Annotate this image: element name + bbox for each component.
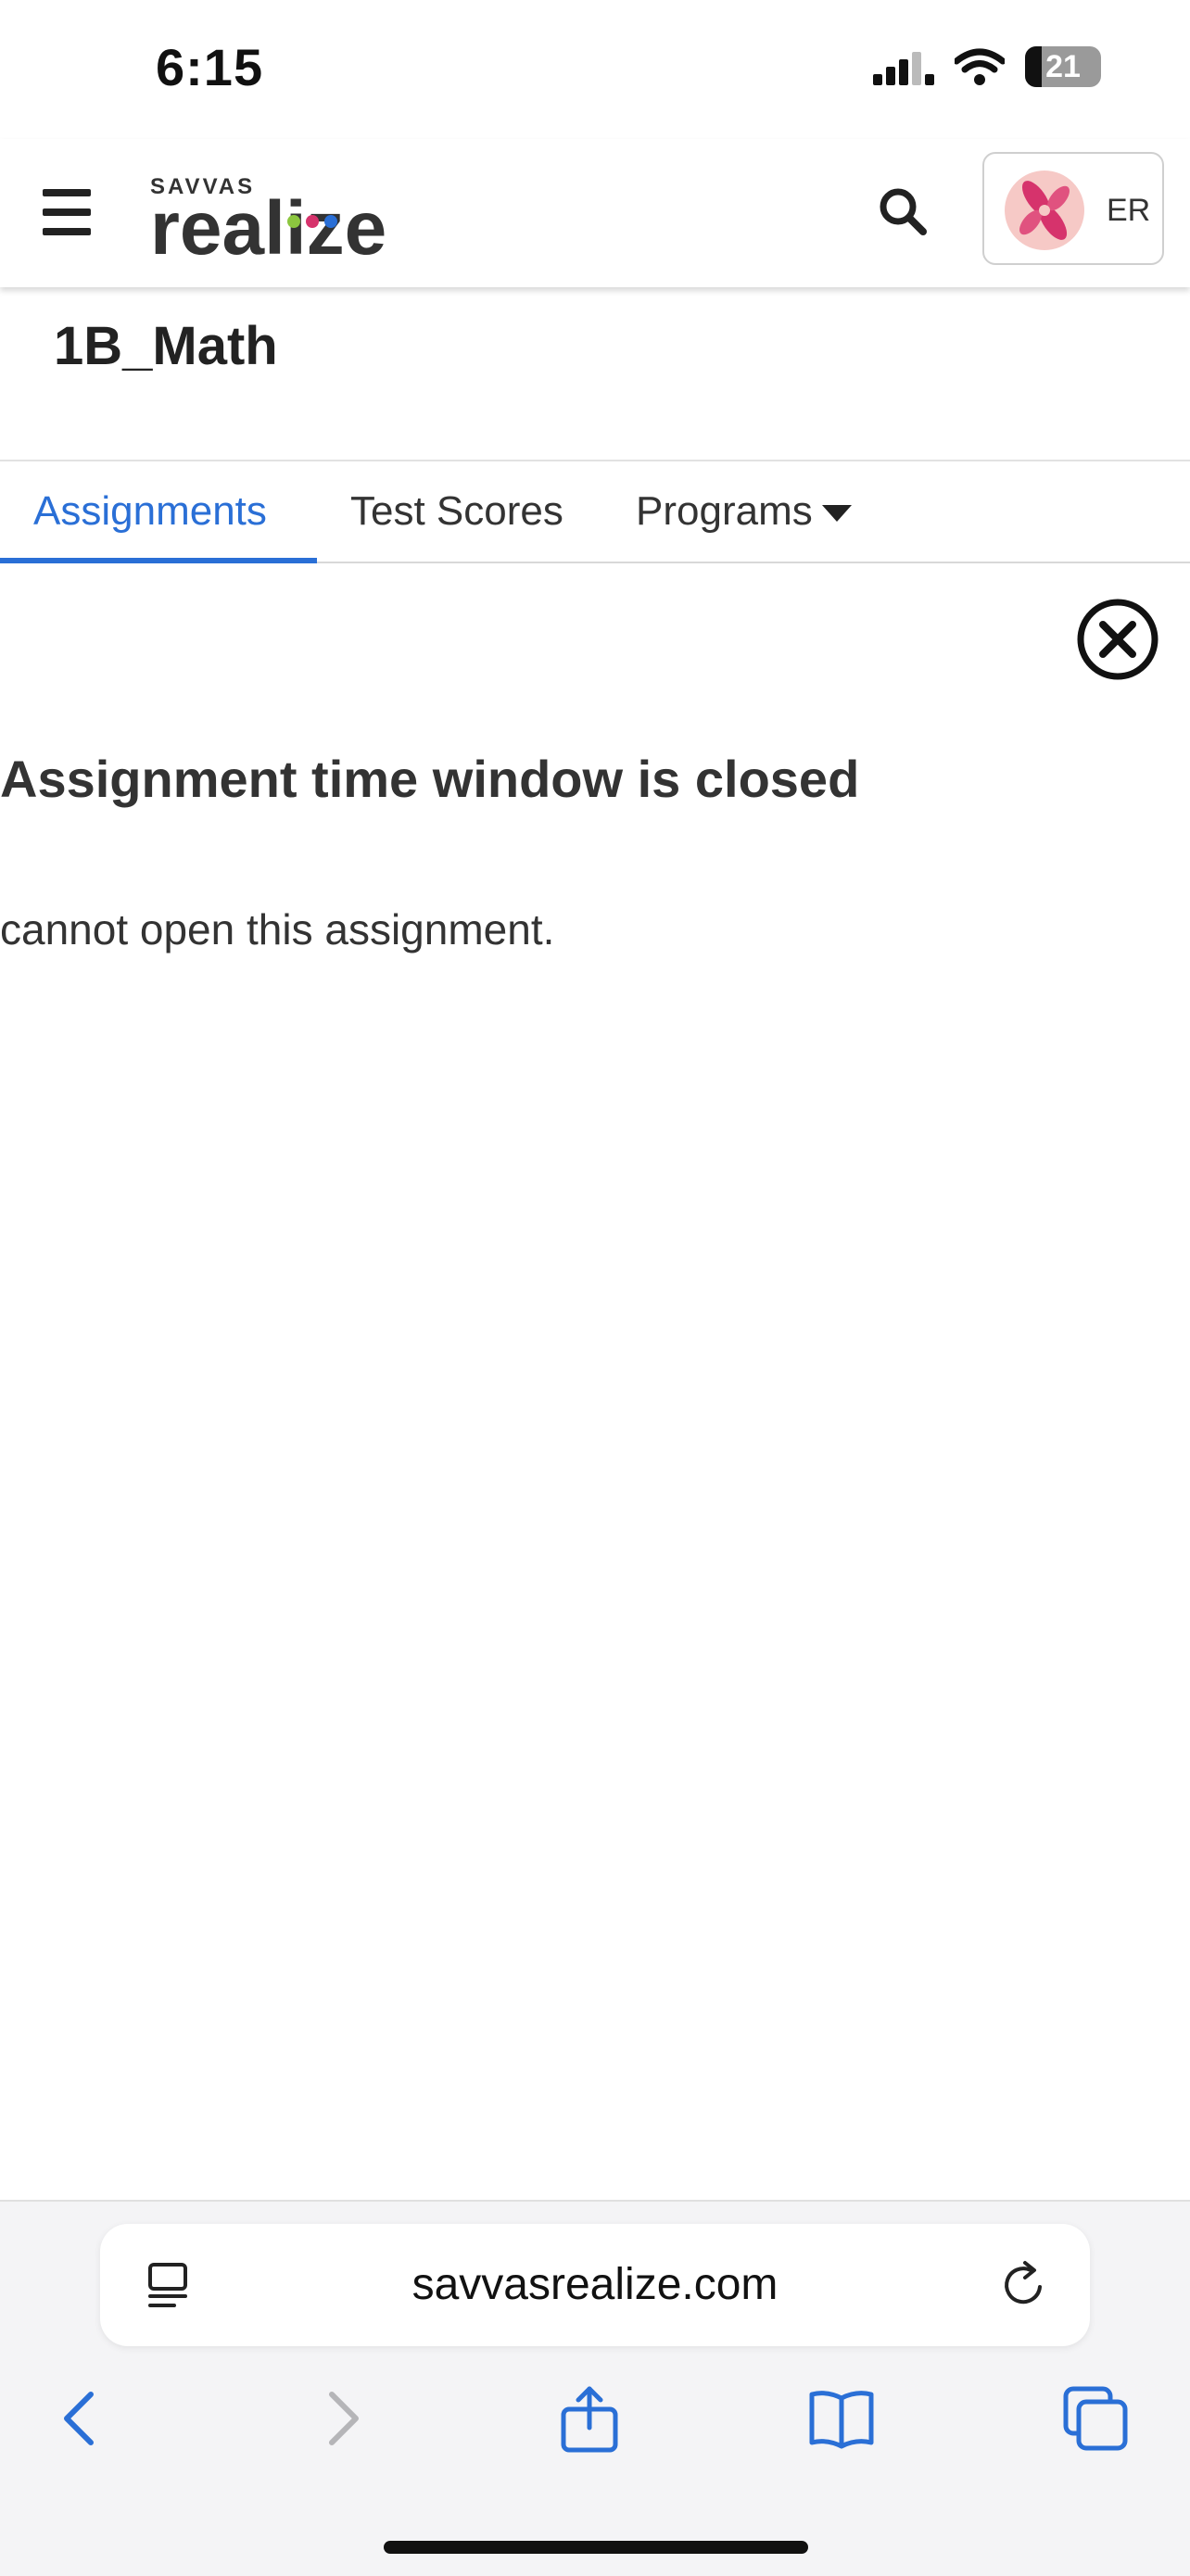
profile-initials: ER	[1107, 193, 1151, 228]
bookmarks-icon[interactable]	[806, 2383, 877, 2454]
browser-toolbar: savvasrealize.com	[0, 2200, 1190, 2576]
logo-dot-red	[306, 215, 319, 228]
battery-level: 21	[1045, 49, 1081, 84]
cellular-signal-icon	[873, 52, 934, 85]
app-header: SAVVAS realize ER	[0, 139, 1190, 287]
tab-programs[interactable]: Programs	[636, 461, 852, 562]
share-icon[interactable]	[554, 2383, 625, 2454]
chevron-down-icon	[821, 505, 852, 523]
battery-icon: 21	[1025, 46, 1101, 87]
tabs-icon[interactable]	[1060, 2383, 1131, 2454]
profile-button[interactable]: ER	[982, 152, 1164, 265]
wifi-icon	[955, 48, 1005, 85]
class-title: 1B_Math	[54, 316, 278, 376]
tab-test-scores[interactable]: Test Scores	[350, 461, 563, 562]
reload-icon[interactable]	[999, 2259, 1049, 2311]
avatar-icon	[1005, 170, 1084, 250]
tab-assignments[interactable]: Assignments	[33, 461, 267, 562]
tab-programs-label: Programs	[636, 488, 813, 534]
status-time: 6:15	[156, 38, 264, 96]
message-title: Assignment time window is closed	[0, 750, 860, 808]
home-indicator	[384, 2541, 808, 2554]
url-text[interactable]: savvasrealize.com	[100, 2259, 1090, 2310]
savvas-realize-logo[interactable]: SAVVAS realize	[150, 174, 387, 271]
close-icon[interactable]	[1075, 597, 1160, 682]
logo-dot-green	[287, 215, 300, 228]
status-bar: 6:15 21	[0, 0, 1190, 139]
active-tab-indicator	[0, 558, 317, 563]
search-icon[interactable]	[877, 185, 929, 237]
tab-bar: Assignments Test Scores Programs	[0, 460, 1190, 563]
logo-dot-blue	[324, 215, 337, 228]
address-bar[interactable]: savvasrealize.com	[100, 2224, 1090, 2346]
status-indicators: 21	[873, 46, 1101, 87]
logo-product-text: realize	[150, 186, 387, 271]
forward-icon[interactable]	[306, 2383, 376, 2454]
back-icon[interactable]	[46, 2383, 117, 2454]
message-body: cannot open this assignment.	[0, 905, 555, 953]
menu-icon[interactable]	[43, 189, 91, 235]
